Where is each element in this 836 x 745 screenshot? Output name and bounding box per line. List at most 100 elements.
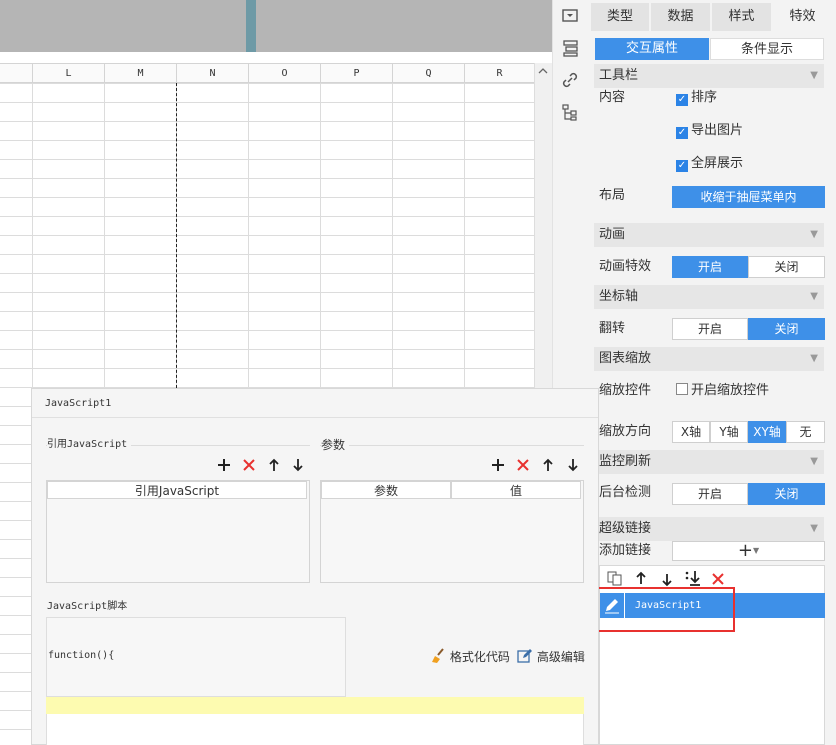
arrow-up-icon[interactable] <box>634 571 648 585</box>
tree-structure-icon[interactable] <box>560 102 580 122</box>
subtab-interaction[interactable]: 交互属性 <box>595 38 709 60</box>
zoom-direction-label: 缩放方向 <box>599 424 652 439</box>
export-image-checkbox[interactable]: ✓ 导出图片 <box>676 122 743 140</box>
add-icon[interactable] <box>217 458 231 472</box>
section-monitor-refresh[interactable]: 监控刷新 ▼ <box>594 450 824 474</box>
add-link-label: 添加链接 <box>599 543 652 558</box>
advanced-edit-button[interactable]: 高级编辑 <box>517 648 585 666</box>
collapse-arrow-icon[interactable]: ▼ <box>810 285 818 309</box>
format-code-button[interactable]: 格式化代码 <box>430 648 510 666</box>
section-title: 图表缩放 <box>599 351 652 366</box>
hyperlink-icon[interactable] <box>560 70 580 90</box>
section-animation[interactable]: 动画 ▼ <box>594 223 824 247</box>
collapse-arrow-icon[interactable]: ▼ <box>810 450 818 474</box>
animation-on-button[interactable]: 开启 <box>672 256 748 278</box>
tab-style[interactable]: 样式 <box>712 3 772 31</box>
vertical-scrollbar[interactable] <box>534 63 552 393</box>
edit-document-icon <box>517 649 532 663</box>
code-output-area[interactable] <box>46 714 584 745</box>
divider <box>32 417 598 418</box>
cell-attribute-icon[interactable] <box>560 38 580 58</box>
add-link-dropdown[interactable]: +▼ <box>672 541 825 561</box>
sort-checkbox[interactable]: ✓ 排序 <box>676 89 717 107</box>
arrow-up-icon[interactable] <box>267 458 281 472</box>
column-header[interactable]: O <box>248 64 320 83</box>
chart-bar <box>246 0 256 52</box>
move-bottom-icon[interactable] <box>684 570 702 586</box>
chart-preview-area <box>0 0 552 52</box>
column-header[interactable]: Q <box>392 64 464 83</box>
monitor-on-button[interactable]: 开启 <box>672 483 748 505</box>
arrow-down-icon[interactable] <box>660 573 674 587</box>
chevron-down-icon: ▼ <box>752 546 760 555</box>
column-header[interactable]: P <box>320 64 392 83</box>
param-value-column-header: 值 <box>451 481 581 499</box>
section-chart-zoom[interactable]: 图表缩放 ▼ <box>594 347 824 371</box>
flip-label: 翻转 <box>599 321 626 336</box>
zoom-xy-button[interactable]: XY轴 <box>748 421 786 443</box>
delete-icon[interactable] <box>711 572 725 586</box>
tab-data[interactable]: 数据 <box>651 3 711 31</box>
ref-js-group-title: 引用JavaScript <box>47 437 132 453</box>
highlight-box <box>585 587 735 632</box>
column-header[interactable]: L <box>32 64 104 83</box>
arrow-down-icon[interactable] <box>291 458 305 472</box>
subtab-condition[interactable]: 条件显示 <box>710 38 824 60</box>
collapse-arrow-icon[interactable]: ▼ <box>810 347 818 371</box>
column-header[interactable]: M <box>104 64 176 83</box>
tab-type[interactable]: 类型 <box>591 3 650 31</box>
code-line[interactable]: function(){ <box>48 648 114 664</box>
zoom-x-button[interactable]: X轴 <box>672 421 710 443</box>
background-check-label: 后台检测 <box>599 485 652 500</box>
section-title: 超级链接 <box>599 521 652 536</box>
section-toolbar[interactable]: 工具栏 ▼ <box>594 64 824 88</box>
zoom-none-button[interactable]: 无 <box>786 421 825 443</box>
flip-on-button[interactable]: 开启 <box>672 318 748 340</box>
fullscreen-checkbox[interactable]: ✓ 全屏展示 <box>676 155 743 173</box>
code-highlight-line[interactable] <box>46 697 584 714</box>
column-header[interactable]: N <box>176 64 248 83</box>
script-group-title: JavaScript脚本 <box>47 599 132 615</box>
monitor-off-button[interactable]: 关闭 <box>748 483 825 505</box>
dialog-title: JavaScript1 <box>45 398 112 409</box>
layout-label: 布局 <box>599 188 626 203</box>
collapse-arrow-icon[interactable]: ▼ <box>810 517 818 541</box>
group-border <box>320 445 584 446</box>
delete-icon[interactable] <box>516 458 530 472</box>
arrow-down-icon[interactable] <box>566 458 580 472</box>
tab-effects[interactable]: 特效 <box>773 3 833 31</box>
flip-off-button[interactable]: 关闭 <box>748 318 825 340</box>
check-icon: ✓ <box>676 160 688 172</box>
scroll-up-arrow-icon[interactable] <box>536 64 550 78</box>
column-header-bar: L M N O P Q R <box>0 63 534 83</box>
delete-icon[interactable] <box>242 458 256 472</box>
param-name-column-header: 参数 <box>321 481 451 499</box>
section-hyperlink[interactable]: 超级链接 ▼ <box>594 517 824 541</box>
column-header[interactable]: R <box>464 64 534 83</box>
section-axis[interactable]: 坐标轴 ▼ <box>594 285 824 309</box>
advanced-edit-label: 高级编辑 <box>536 650 585 664</box>
broom-icon <box>432 648 444 663</box>
section-title: 坐标轴 <box>599 289 639 304</box>
animation-off-button[interactable]: 关闭 <box>748 256 825 278</box>
checkbox-empty-icon <box>676 383 688 395</box>
format-code-label: 格式化代码 <box>449 650 510 664</box>
zoom-control-checkbox[interactable]: 开启缩放控件 <box>676 382 769 400</box>
copy-icon[interactable] <box>607 570 622 586</box>
check-icon: ✓ <box>676 127 688 139</box>
checkbox-label: 开启缩放控件 <box>691 383 770 398</box>
arrow-up-icon[interactable] <box>541 458 555 472</box>
collapse-arrow-icon[interactable]: ▼ <box>810 223 818 247</box>
checkbox-label: 全屏展示 <box>691 156 744 171</box>
add-icon[interactable] <box>491 458 505 472</box>
params-group-title: 参数 <box>321 437 350 453</box>
page-break-line <box>176 83 177 393</box>
section-title: 监控刷新 <box>599 454 652 469</box>
cell-element-icon[interactable] <box>560 6 580 26</box>
layout-select[interactable]: 收缩于抽屉菜单内 <box>672 186 825 208</box>
zoom-y-button[interactable]: Y轴 <box>710 421 748 443</box>
collapse-arrow-icon[interactable]: ▼ <box>810 64 818 88</box>
animation-effect-label: 动画特效 <box>599 259 652 274</box>
check-icon: ✓ <box>676 94 688 106</box>
zoom-control-label: 缩放控件 <box>599 383 652 398</box>
